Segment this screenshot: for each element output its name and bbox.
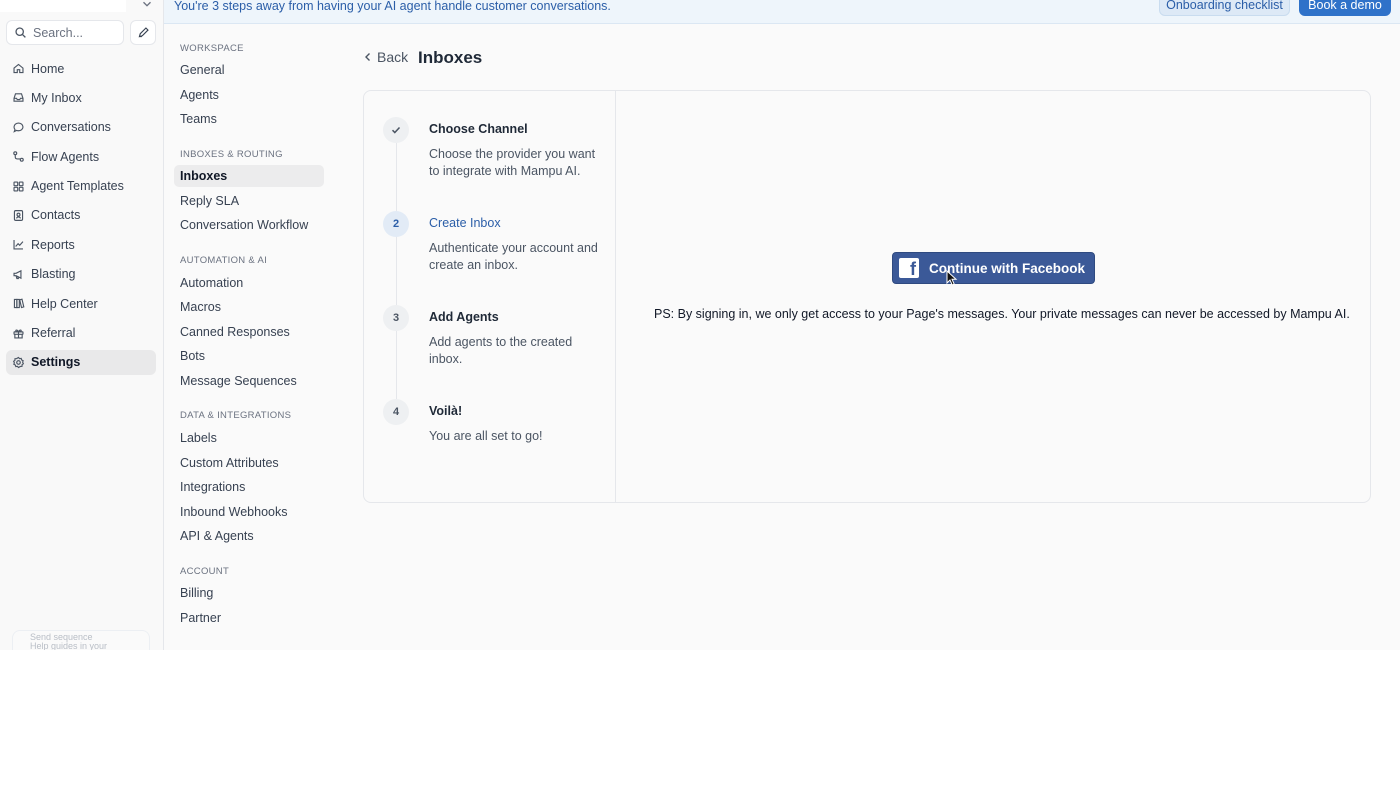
megaphone-icon: [13, 269, 22, 279]
facebook-icon: f: [899, 258, 919, 278]
settings-item-inbound-webhooks[interactable]: Inbound Webhooks: [174, 501, 324, 523]
nav-item-label: Help Center: [31, 296, 98, 311]
primary-nav-list: Home My Inbox Conversations Flow Agents …: [6, 56, 156, 379]
gift-icon: [13, 329, 24, 339]
workspace-switcher[interactable]: [0, 0, 164, 12]
compose-icon: [138, 27, 149, 38]
nav-item-label: Settings: [31, 355, 81, 370]
settings-item-automation[interactable]: Automation: [174, 272, 324, 294]
back-button[interactable]: Back: [363, 49, 408, 65]
settings-item-inboxes[interactable]: Inboxes: [174, 165, 324, 187]
workspace-name-box[interactable]: [0, 0, 126, 12]
help-guide-line-2: Help guides in your: [30, 641, 108, 651]
nav-item-home[interactable]: Home: [6, 56, 156, 81]
search-input[interactable]: [33, 25, 121, 40]
continue-with-facebook-button[interactable]: f Continue with Facebook: [892, 252, 1095, 284]
nav-item-label: Conversations: [31, 120, 111, 135]
settings-item-conversation-workflow[interactable]: Conversation Workflow: [174, 214, 324, 236]
book-icon: [13, 298, 25, 309]
flow-icon: [13, 151, 24, 162]
settings-item-reply-sla[interactable]: Reply SLA: [174, 190, 324, 212]
nav-item-reports[interactable]: Reports: [6, 232, 156, 257]
nav-item-label: Reports: [31, 237, 75, 252]
primary-sidebar: Home My Inbox Conversations Flow Agents …: [0, 0, 164, 650]
step-title: Create Inbox: [429, 216, 501, 230]
compose-button[interactable]: [130, 20, 156, 45]
onboarding-banner: You're 3 steps away from having your AI …: [164, 0, 1400, 24]
settings-item-agents[interactable]: Agents: [174, 84, 324, 106]
step-complete-badge: [383, 117, 409, 143]
checkmark-icon: [391, 126, 401, 134]
contact-card-icon: [13, 210, 24, 221]
nav-item-label: Home: [31, 61, 65, 76]
chart-line-icon: [13, 240, 24, 250]
settings-item-message-sequences[interactable]: Message Sequences: [174, 370, 324, 392]
nav-item-label: Blasting: [31, 267, 76, 282]
settings-item-canned-responses[interactable]: Canned Responses: [174, 321, 324, 343]
settings-item-partner[interactable]: Partner: [174, 607, 324, 629]
nav-item-label: Contacts: [31, 208, 81, 223]
nav-item-blasting[interactable]: Blasting: [6, 262, 156, 287]
step-description: Add agents to the created inbox.: [429, 335, 573, 366]
nav-item-label: Agent Templates: [31, 179, 124, 194]
step-description: Choose the provider you want to integrat…: [429, 147, 596, 178]
settings-item-integrations[interactable]: Integrations: [174, 476, 324, 498]
section-heading-workspace: WORKSPACE: [180, 43, 244, 54]
nav-item-flow-agents[interactable]: Flow Agents: [6, 144, 156, 169]
mouse-pointer-icon: [946, 270, 958, 286]
nav-item-agent-templates[interactable]: Agent Templates: [6, 174, 156, 199]
section-heading-data-integrations: DATA & INTEGRATIONS: [180, 410, 292, 421]
onboarding-checklist-button[interactable]: Onboarding checklist: [1159, 0, 1290, 16]
settings-item-labels[interactable]: Labels: [174, 427, 324, 449]
app-root: You're 3 steps away from having your AI …: [0, 0, 1400, 792]
search-field[interactable]: [6, 20, 124, 45]
settings-item-teams[interactable]: Teams: [174, 108, 324, 130]
nav-item-my-inbox[interactable]: My Inbox: [6, 85, 156, 110]
step-number-badge: 2: [383, 211, 409, 237]
section-heading-account: ACCOUNT: [180, 566, 230, 577]
step-title: Add Agents: [429, 310, 499, 324]
nav-item-label: Flow Agents: [31, 149, 100, 164]
step-title: Voilà!: [429, 404, 463, 418]
gear-icon: [12, 356, 25, 369]
settings-item-bots[interactable]: Bots: [174, 345, 324, 367]
grid-icon: [13, 181, 24, 192]
nav-item-label: My Inbox: [31, 90, 82, 105]
nav-item-conversations[interactable]: Conversations: [6, 115, 156, 140]
step-title: Choose Channel: [429, 122, 528, 136]
nav-item-contacts[interactable]: Contacts: [6, 203, 156, 228]
chevron-left-icon: [365, 53, 370, 61]
step-description: You are all set to go!: [429, 429, 543, 443]
setup-steps: Choose Channel Choose the provider you w…: [364, 91, 616, 502]
back-label: Back: [377, 49, 409, 65]
nav-item-settings[interactable]: Settings: [6, 349, 156, 375]
section-heading-inboxes-routing: INBOXES & ROUTING: [180, 149, 283, 160]
help-guide-card[interactable]: Send sequence Help guides in your: [12, 630, 150, 650]
search-icon: [15, 27, 26, 38]
settings-item-custom-attributes[interactable]: Custom Attributes: [174, 452, 324, 474]
main-content: Back Inboxes Choose Channel Choose the p…: [334, 24, 1400, 650]
settings-item-general[interactable]: General: [174, 59, 324, 81]
page-title: Inboxes: [418, 48, 483, 67]
settings-item-api-agents[interactable]: API & Agents: [174, 525, 324, 547]
nav-item-referral[interactable]: Referral: [6, 321, 156, 346]
chat-bubble-icon: [13, 122, 24, 133]
banner-message: You're 3 steps away from having your AI …: [174, 0, 611, 13]
step-description: Authenticate your account and create an …: [429, 241, 598, 272]
nav-item-label: Referral: [31, 326, 76, 341]
chevron-down-icon[interactable]: [140, 0, 154, 11]
create-inbox-panel: Choose Channel Choose the provider you w…: [363, 90, 1371, 503]
home-icon: [13, 63, 24, 74]
privacy-note: PS: By signing in, we only get access to…: [654, 307, 1350, 321]
settings-item-billing[interactable]: Billing: [174, 582, 324, 604]
nav-item-help-center[interactable]: Help Center: [6, 291, 156, 316]
step-number-badge: 4: [383, 399, 409, 425]
book-demo-button[interactable]: Book a demo: [1299, 0, 1391, 16]
section-heading-automation-ai: AUTOMATION & AI: [180, 255, 268, 266]
steps-connector: [396, 143, 397, 413]
inbox-icon: [13, 93, 24, 103]
step-number-badge: 3: [383, 305, 409, 331]
settings-sidebar: WORKSPACE General Agents Teams INBOXES &…: [164, 24, 334, 650]
settings-item-macros[interactable]: Macros: [174, 296, 324, 318]
